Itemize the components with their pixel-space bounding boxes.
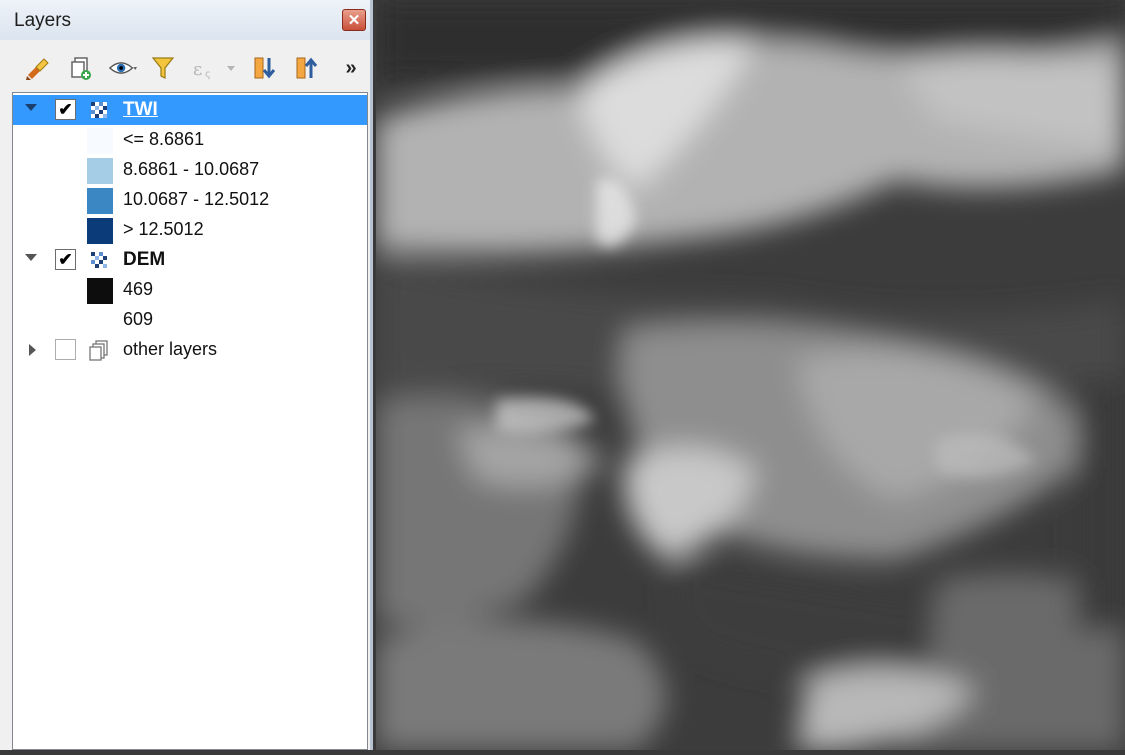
layer-group-row[interactable]: other layers — [13, 335, 367, 365]
raster-layer-icon — [91, 102, 107, 118]
legend-label: 10.0687 - 12.5012 — [123, 189, 270, 209]
panel-title: Layers — [14, 10, 72, 31]
legend-label: 469 — [123, 279, 154, 299]
collapse-arrow-icon[interactable] — [25, 254, 37, 261]
legend-item: 8.6861 - 10.0687 — [13, 155, 367, 185]
layers-toolbar: ε ς » — [12, 44, 368, 92]
layers-panel: Layers ✕ ε ς » ✔ TWI <= 8.6861 8.6861 - … — [0, 0, 373, 750]
legend-swatch — [87, 278, 113, 304]
legend-label: 8.6861 - 10.0687 — [123, 159, 260, 179]
expression-filter-icon[interactable]: ε ς — [188, 52, 238, 84]
filter-icon[interactable] — [148, 52, 178, 84]
paint-brush-icon[interactable] — [22, 52, 52, 84]
group-visibility-checkbox[interactable] — [55, 339, 76, 360]
expand-all-icon[interactable] — [250, 52, 280, 84]
legend-item: 469 — [13, 275, 367, 305]
layer-group-icon — [89, 339, 111, 366]
group-name[interactable]: other layers — [123, 339, 217, 360]
close-button[interactable]: ✕ — [342, 9, 366, 31]
legend-swatch — [87, 158, 113, 184]
layer-name-twi[interactable]: TWI — [123, 99, 158, 121]
svg-text:ε: ε — [193, 59, 202, 80]
collapse-all-icon[interactable] — [292, 52, 322, 84]
legend-swatch — [87, 188, 113, 214]
map-raster — [376, 0, 1125, 750]
legend-item: <= 8.6861 — [13, 125, 367, 155]
layer-row-twi[interactable]: ✔ TWI — [13, 95, 367, 125]
more-tools-button[interactable]: » — [336, 52, 366, 84]
legend-item: 609 — [13, 305, 367, 335]
panel-titlebar[interactable]: Layers ✕ — [0, 0, 370, 40]
layer-tree[interactable]: ✔ TWI <= 8.6861 8.6861 - 10.0687 10.0687… — [12, 92, 368, 750]
legend-label: 609 — [123, 309, 154, 329]
expand-arrow-icon[interactable] — [29, 344, 36, 356]
legend-item: > 12.5012 — [13, 215, 367, 245]
legend-swatch — [87, 308, 113, 334]
collapse-arrow-icon[interactable] — [25, 104, 37, 111]
add-group-icon[interactable] — [66, 52, 96, 84]
layer-row-dem[interactable]: ✔ DEM — [13, 245, 367, 275]
legend-swatch — [87, 128, 113, 154]
legend-swatch — [87, 218, 113, 244]
legend-label: > 12.5012 — [123, 219, 204, 239]
eye-icon[interactable] — [108, 52, 138, 84]
layer-name-dem[interactable]: DEM — [123, 249, 165, 271]
legend-label: <= 8.6861 — [123, 129, 205, 149]
legend-item: 10.0687 - 12.5012 — [13, 185, 367, 215]
map-canvas[interactable] — [376, 0, 1125, 750]
layer-visibility-checkbox[interactable]: ✔ — [55, 249, 76, 270]
layer-visibility-checkbox[interactable]: ✔ — [55, 99, 76, 120]
svg-text:ς: ς — [205, 69, 211, 80]
raster-layer-icon — [91, 252, 107, 268]
